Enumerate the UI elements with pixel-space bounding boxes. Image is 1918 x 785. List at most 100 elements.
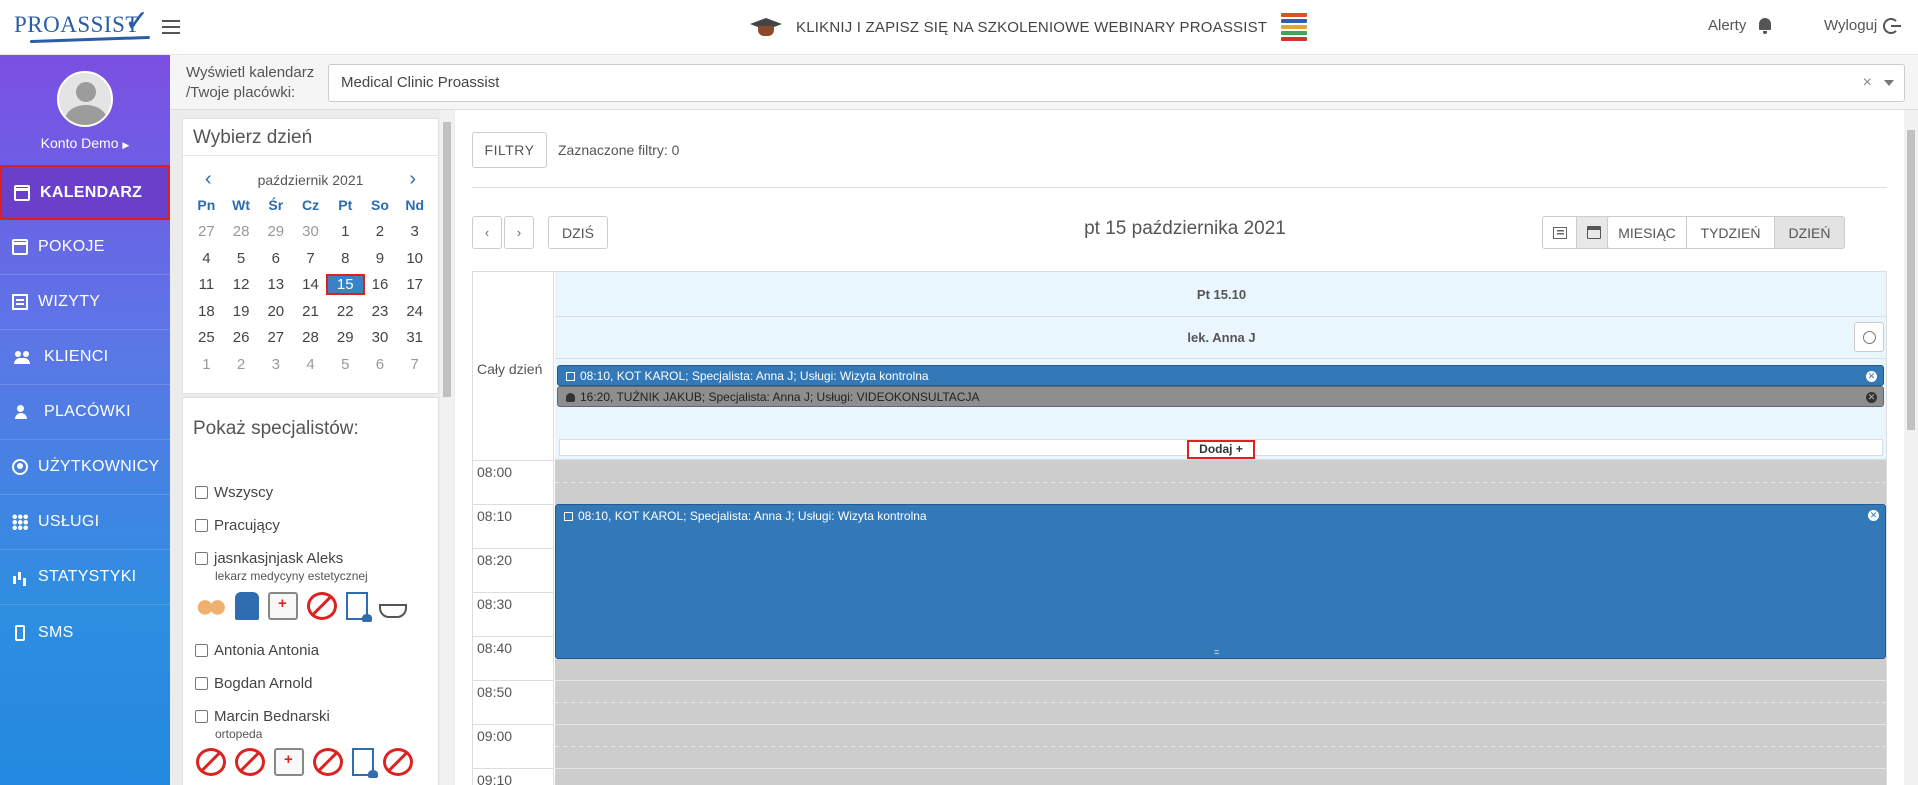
mini-cal-selected-day[interactable]: 15 [325, 274, 365, 296]
alerts-button[interactable]: Alerty [1708, 17, 1772, 34]
mini-cal-day[interactable]: 13 [258, 276, 293, 293]
mini-cal-day[interactable]: 14 [293, 276, 328, 293]
mini-cal-day[interactable]: 2 [224, 356, 259, 373]
mini-cal-day[interactable]: 2 [363, 223, 398, 240]
mini-cal-day[interactable]: 4 [189, 250, 224, 267]
mini-cal-prev-button[interactable]: ‹ [205, 168, 212, 191]
sidebar-item-pokoje[interactable]: POKOJE [0, 220, 170, 275]
close-icon[interactable]: ✕ [1866, 392, 1877, 403]
mini-cal-day[interactable]: 5 [328, 356, 363, 373]
scrollbar-thumb[interactable] [443, 122, 451, 397]
mini-cal-day[interactable]: 12 [224, 276, 259, 293]
mini-cal-day[interactable]: 7 [293, 250, 328, 267]
mini-cal-day[interactable]: 1 [189, 356, 224, 373]
mini-cal-day[interactable]: 21 [293, 303, 328, 320]
specialist-item[interactable]: Bogdan Arnold [195, 675, 312, 692]
resize-handle[interactable]: = [1214, 647, 1219, 657]
sidebar-item-uzytkownicy[interactable]: UŻYTKOWNICY [0, 440, 170, 495]
mini-cal-day[interactable]: 30 [363, 329, 398, 346]
mini-cal-day[interactable]: 18 [189, 303, 224, 320]
mini-cal-day[interactable]: 25 [189, 329, 224, 346]
checkbox[interactable] [195, 519, 208, 532]
left-panel-scrollbar[interactable] [440, 110, 454, 785]
mini-cal-day[interactable]: 22 [328, 303, 363, 320]
avatar[interactable] [57, 71, 113, 127]
mini-cal-day[interactable]: 6 [258, 250, 293, 267]
mini-cal-day[interactable]: 23 [363, 303, 398, 320]
specialist-filter-all[interactable]: Wszyscy [195, 484, 273, 501]
specialists-panel: Pokaż specjalistów: Wszyscy Pracujący ja… [182, 397, 439, 785]
sidebar-item-wizyty[interactable]: WIZYTY [0, 275, 170, 330]
all-day-event[interactable]: 16:20, TUŹNIK JAKUB; Specjalista: Anna J… [557, 386, 1884, 407]
checkbox[interactable] [195, 644, 208, 657]
mini-cal-day[interactable]: 8 [328, 250, 363, 267]
webinar-banner-text[interactable]: KLIKNIJ I ZAPISZ SIĘ NA SZKOLENIOWE WEBI… [796, 19, 1267, 36]
mini-cal-day[interactable]: 29 [258, 223, 293, 240]
week-view-button[interactable]: TYDZIEŃ [1686, 216, 1775, 249]
next-day-button[interactable]: › [504, 216, 534, 249]
timed-event[interactable]: 08:10, KOT KAROL; Specjalista: Anna J; U… [555, 504, 1886, 659]
month-view-button[interactable]: MIESIĄC [1607, 216, 1687, 249]
specialist-filter-working[interactable]: Pracujący [195, 517, 280, 534]
logout-button[interactable]: Wyloguj [1824, 17, 1902, 34]
specialist-item[interactable]: jasnkasjnjask Aleks [195, 550, 343, 567]
sidebar-item-placowki[interactable]: PLACÓWKI [0, 385, 170, 440]
clinic-select[interactable]: Medical Clinic Proassist × [328, 64, 1905, 102]
sidebar-item-klienci[interactable]: KLIENCI [0, 330, 170, 385]
checkbox[interactable] [195, 486, 208, 499]
main-scrollbar[interactable] [1904, 110, 1918, 785]
list-view-button[interactable] [1542, 216, 1577, 249]
mini-cal-day[interactable]: 3 [258, 356, 293, 373]
menu-toggle-icon[interactable] [162, 16, 180, 38]
add-event-button[interactable]: Dodaj + [1187, 440, 1255, 459]
mini-cal-day[interactable]: 28 [224, 223, 259, 240]
mini-cal-day[interactable]: 28 [293, 329, 328, 346]
mini-cal-next-button[interactable]: › [409, 168, 416, 191]
mini-cal-day[interactable]: 27 [189, 223, 224, 240]
checkbox[interactable] [195, 710, 208, 723]
clock-icon[interactable] [1854, 322, 1884, 352]
close-icon[interactable]: ✕ [1868, 510, 1879, 521]
proassist-logo[interactable]: PROASSIST ✓ [14, 5, 151, 44]
checkbox[interactable] [195, 677, 208, 690]
calendar-view-button[interactable] [1576, 216, 1611, 249]
mini-cal-day[interactable]: 9 [363, 250, 398, 267]
mini-cal-day[interactable]: 4 [293, 356, 328, 373]
mini-cal-day[interactable]: 1 [328, 223, 363, 240]
all-day-event[interactable]: 08:10, KOT KAROL; Specjalista: Anna J; U… [557, 365, 1884, 386]
mini-cal-day[interactable]: 31 [397, 329, 432, 346]
checkbox[interactable] [195, 552, 208, 565]
specialist-item[interactable]: Marcin Bednarski [195, 708, 330, 725]
user-profile[interactable]: Konto Demo ▶ [0, 55, 170, 165]
specialist-item[interactable]: Antonia Antonia [195, 642, 319, 659]
scrollbar-thumb[interactable] [1907, 130, 1915, 430]
mini-cal-day[interactable]: 29 [328, 329, 363, 346]
mini-cal-day[interactable]: 11 [189, 276, 224, 293]
mini-cal-day[interactable]: 17 [397, 276, 432, 293]
mini-cal-day[interactable]: 10 [397, 250, 432, 267]
prev-day-button[interactable]: ‹ [472, 216, 502, 249]
mini-cal-day[interactable]: 3 [397, 223, 432, 240]
today-button[interactable]: DZIŚ [548, 216, 608, 249]
mini-cal-day[interactable]: 26 [224, 329, 259, 346]
mini-cal-day[interactable]: 5 [224, 250, 259, 267]
mini-cal-day[interactable]: 19 [224, 303, 259, 320]
sidebar-item-statystyki[interactable]: STATYSTYKI [0, 550, 170, 605]
time-slot-label: 08:30 [477, 596, 513, 612]
mini-cal-day[interactable]: 30 [293, 223, 328, 240]
day-view-button[interactable]: DZIEŃ [1774, 216, 1845, 249]
sidebar-item-sms[interactable]: SMS [0, 605, 170, 660]
mini-cal-day[interactable]: 6 [363, 356, 398, 373]
mini-cal-day[interactable]: 27 [258, 329, 293, 346]
filters-button[interactable]: FILTRY [472, 132, 547, 168]
chevron-down-icon[interactable] [1884, 80, 1894, 86]
clear-icon[interactable]: × [1863, 65, 1872, 101]
mini-cal-day[interactable]: 20 [258, 303, 293, 320]
sidebar-item-kalendarz[interactable]: KALENDARZ [0, 165, 170, 220]
sidebar-item-uslugi[interactable]: USŁUGI [0, 495, 170, 550]
mini-cal-day[interactable]: 7 [397, 356, 432, 373]
webinar-banner[interactable]: KLIKNIJ I ZAPISZ SIĘ NA SZKOLENIOWE WEBI… [750, 12, 1308, 42]
close-icon[interactable]: ✕ [1866, 371, 1877, 382]
mini-cal-day[interactable]: 16 [363, 276, 398, 293]
mini-cal-day[interactable]: 24 [397, 303, 432, 320]
